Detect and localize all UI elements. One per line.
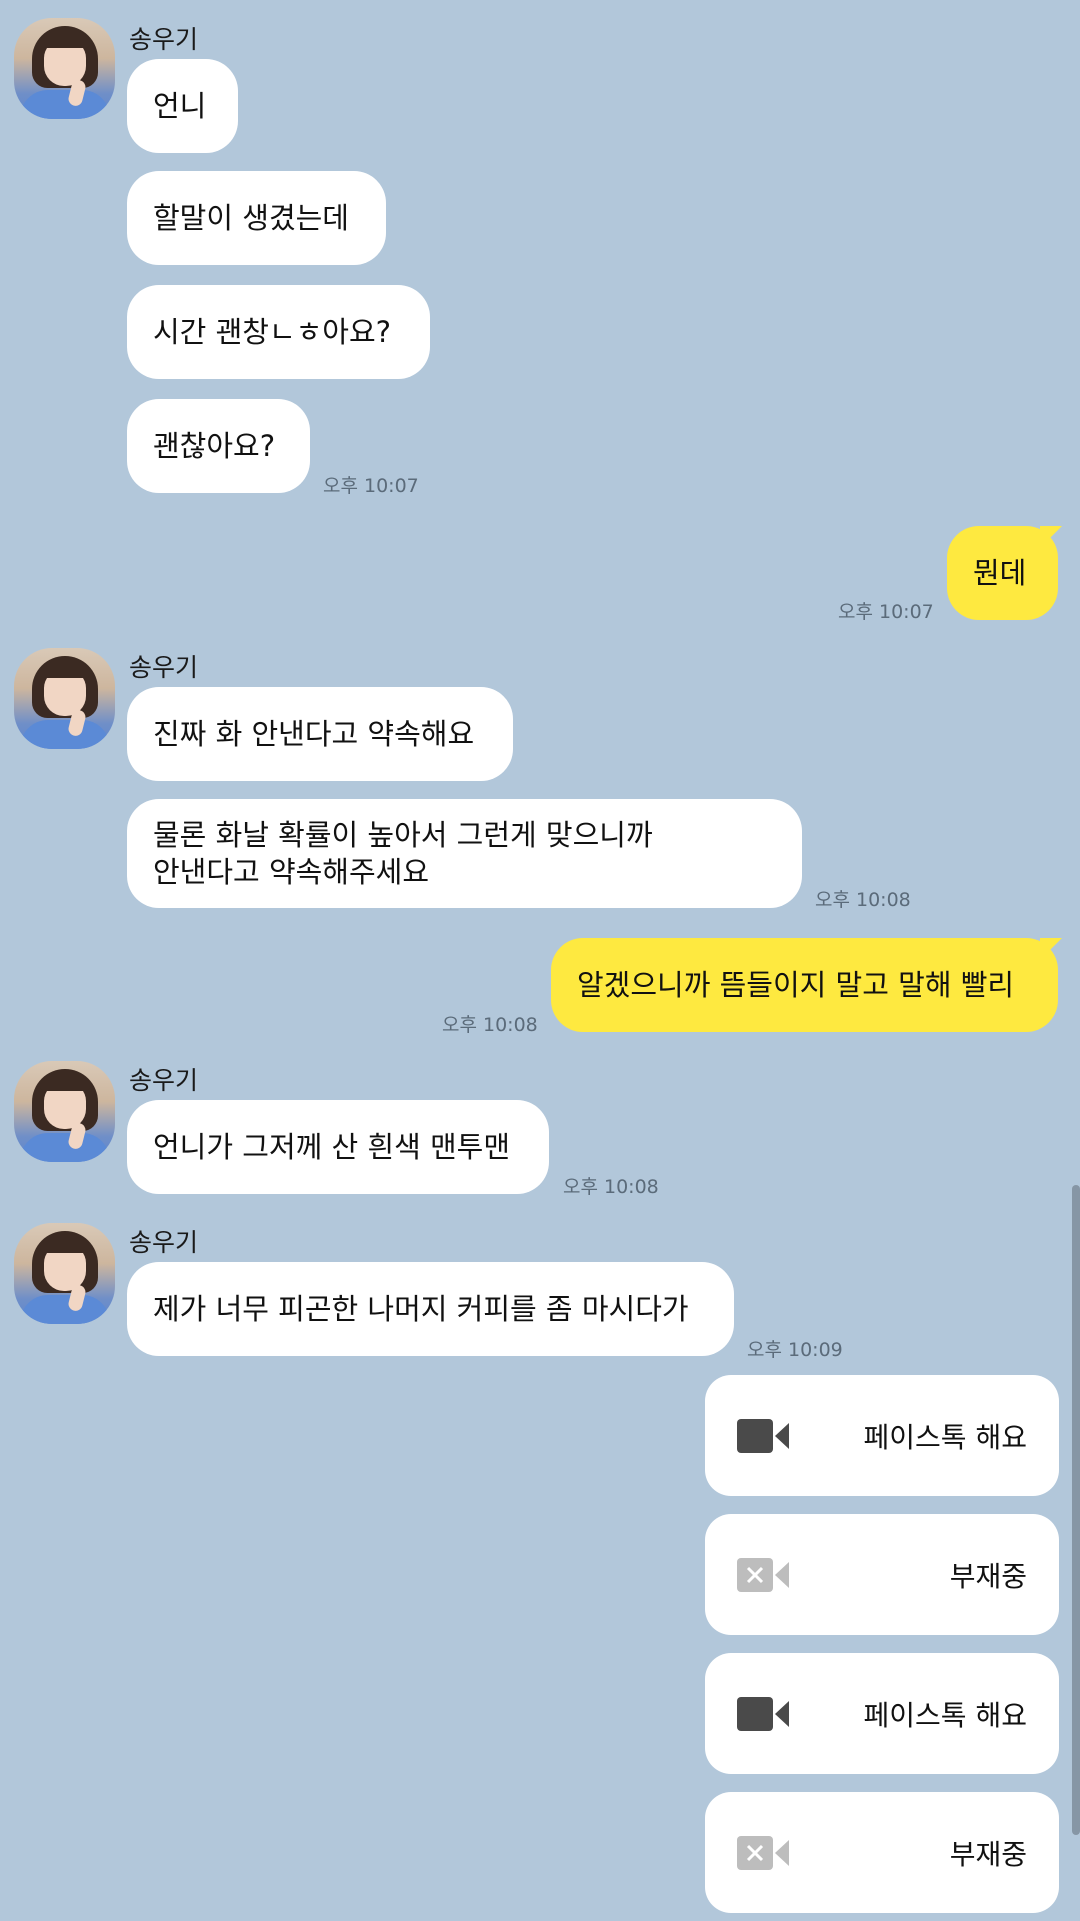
facetalk-call-card[interactable]: 페이스톡 해요 [705,1653,1059,1774]
message-timestamp: 오후 10:08 [563,1176,659,1198]
message-bubble[interactable]: 언니 [127,59,238,153]
my-message-bubble[interactable]: 알겠으니까 뜸들이지 말고 말해 빨리 [551,938,1058,1032]
video-camera-icon [737,1697,789,1731]
contact-avatar[interactable] [14,1061,115,1162]
contact-avatar[interactable] [14,18,115,119]
message-timestamp: 오후 10:09 [747,1339,843,1361]
message-line: 안낸다고 약속해주세요 [153,854,430,889]
message-timestamp: 오후 10:07 [323,475,419,497]
message-bubble[interactable]: 괜찮아요? [127,399,310,493]
scrollbar[interactable] [1072,1185,1080,1835]
sender-name: 송우기 [129,1228,199,1257]
message-timestamp: 오후 10:07 [838,601,934,623]
message-timestamp: 오후 10:08 [815,889,911,911]
facetalk-call-card[interactable]: 페이스톡 해요 [705,1375,1059,1496]
message-bubble[interactable]: 물론 화날 확률이 높아서 그런게 맞으니까 안낸다고 약속해주세요 [127,799,802,908]
message-line: 물론 화날 확률이 높아서 그런게 맞으니까 [153,817,653,852]
missed-call-card[interactable]: 부재중 [705,1792,1059,1913]
missed-video-call-icon [737,1558,789,1592]
chat-room: 송우기 언니 할말이 생겼는데 시간 괜창ㄴㅎ아요? 괜찮아요? 오후 10:0… [0,0,1080,1921]
message-bubble[interactable]: 언니가 그저께 산 흰색 맨투맨 [127,1100,549,1194]
call-label: 페이스톡 해요 [863,1698,1027,1732]
missed-call-card[interactable]: 부재중 [705,1514,1059,1635]
contact-avatar[interactable] [14,1223,115,1324]
message-bubble[interactable]: 제가 너무 피곤한 나머지 커피를 좀 마시다가 [127,1262,734,1356]
contact-avatar[interactable] [14,648,115,749]
message-timestamp: 오후 10:08 [442,1014,538,1036]
sender-name: 송우기 [129,25,199,54]
call-label: 페이스톡 해요 [863,1420,1027,1454]
video-camera-icon [737,1419,789,1453]
message-bubble[interactable]: 할말이 생겼는데 [127,171,386,265]
missed-video-call-icon [737,1836,789,1870]
sender-name: 송우기 [129,653,199,682]
call-label: 부재중 [949,1837,1027,1871]
call-label: 부재중 [949,1559,1027,1593]
message-bubble[interactable]: 시간 괜창ㄴㅎ아요? [127,285,430,379]
sender-name: 송우기 [129,1066,199,1095]
message-bubble[interactable]: 진짜 화 안낸다고 약속해요 [127,687,513,781]
